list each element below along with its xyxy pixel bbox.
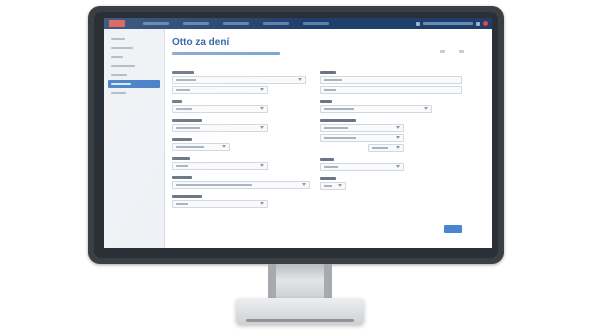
top-navigation-bar — [104, 18, 492, 29]
chevron-down-icon — [396, 136, 400, 139]
sidebar-item[interactable] — [108, 53, 160, 61]
chevron-down-icon — [260, 126, 264, 129]
form-field — [320, 177, 470, 190]
user-name[interactable] — [423, 22, 473, 25]
chevron-down-icon — [260, 164, 264, 167]
chevron-down-icon — [302, 183, 306, 186]
field-label — [172, 195, 202, 198]
settings-icon[interactable] — [476, 21, 480, 26]
sidebar-item[interactable] — [108, 35, 160, 43]
form-field — [172, 100, 310, 113]
dropdown-select[interactable] — [172, 162, 268, 170]
field-label — [320, 100, 332, 103]
dropdown-select[interactable] — [172, 181, 310, 189]
form-column-right — [320, 71, 470, 196]
dropdown-select[interactable] — [320, 163, 404, 171]
chevron-down-icon — [424, 107, 428, 110]
text-input[interactable] — [320, 76, 462, 84]
sidebar-item-active[interactable] — [108, 80, 160, 88]
dropdown-select[interactable] — [320, 124, 404, 132]
form-field — [320, 71, 470, 94]
form-field — [172, 157, 310, 170]
chevron-down-icon — [396, 146, 400, 149]
dropdown-select[interactable] — [172, 143, 230, 151]
notification-icon[interactable] — [416, 21, 420, 26]
form-field — [172, 138, 310, 151]
logo-icon[interactable] — [109, 20, 125, 27]
dropdown-select[interactable] — [172, 200, 268, 208]
dropdown-select[interactable] — [172, 86, 268, 94]
monitor-stand-base — [236, 298, 364, 324]
dropdown-select[interactable] — [172, 124, 268, 132]
field-label — [172, 138, 192, 141]
dropdown-select[interactable] — [320, 105, 432, 113]
top-nav — [143, 22, 329, 25]
form-field — [320, 158, 470, 171]
sidebar-item[interactable] — [108, 71, 160, 79]
save-button[interactable] — [444, 225, 462, 233]
chevron-down-icon — [260, 107, 264, 110]
form-field — [320, 119, 470, 152]
prev-button[interactable] — [440, 50, 445, 53]
chevron-down-icon — [260, 88, 264, 91]
chevron-down-icon — [338, 184, 342, 187]
sidebar-item[interactable] — [108, 62, 160, 70]
text-input[interactable] — [172, 76, 306, 84]
top-nav-item[interactable] — [143, 22, 169, 25]
top-nav-item[interactable] — [263, 22, 289, 25]
form-field — [172, 119, 310, 132]
text-input[interactable] — [320, 86, 462, 94]
field-label — [320, 158, 334, 161]
page-subtitle[interactable] — [172, 52, 280, 55]
chevron-down-icon — [298, 78, 302, 81]
field-label — [172, 157, 190, 160]
chevron-down-icon — [396, 165, 400, 168]
field-label — [320, 177, 336, 180]
screen: Otto za dení — [104, 18, 492, 248]
field-label — [172, 119, 202, 122]
top-nav-item[interactable] — [303, 22, 329, 25]
field-label — [172, 176, 192, 179]
form-field — [172, 176, 310, 189]
form-field — [172, 195, 310, 208]
sidebar-item[interactable] — [108, 44, 160, 52]
field-label — [320, 71, 336, 74]
form-field — [172, 71, 310, 94]
topbar-right-area — [416, 21, 488, 26]
dropdown-select[interactable] — [172, 105, 268, 113]
top-nav-item[interactable] — [183, 22, 209, 25]
dropdown-select[interactable] — [320, 134, 404, 142]
close-icon[interactable] — [483, 21, 488, 26]
sidebar — [104, 29, 165, 248]
dropdown-select[interactable] — [320, 182, 346, 190]
top-nav-item[interactable] — [223, 22, 249, 25]
small-select[interactable] — [368, 144, 404, 152]
chevron-down-icon — [396, 126, 400, 129]
field-label — [172, 71, 194, 74]
field-label — [172, 100, 182, 103]
chevron-down-icon — [222, 145, 226, 148]
pager — [440, 50, 464, 53]
page-title: Otto za dení — [172, 37, 230, 48]
main-content: Otto za dení — [172, 37, 486, 247]
next-button[interactable] — [459, 50, 464, 53]
sidebar-item[interactable] — [108, 89, 160, 97]
field-label — [320, 119, 356, 122]
form-column-left — [172, 71, 310, 214]
chevron-down-icon — [260, 202, 264, 205]
form-field — [320, 100, 470, 113]
